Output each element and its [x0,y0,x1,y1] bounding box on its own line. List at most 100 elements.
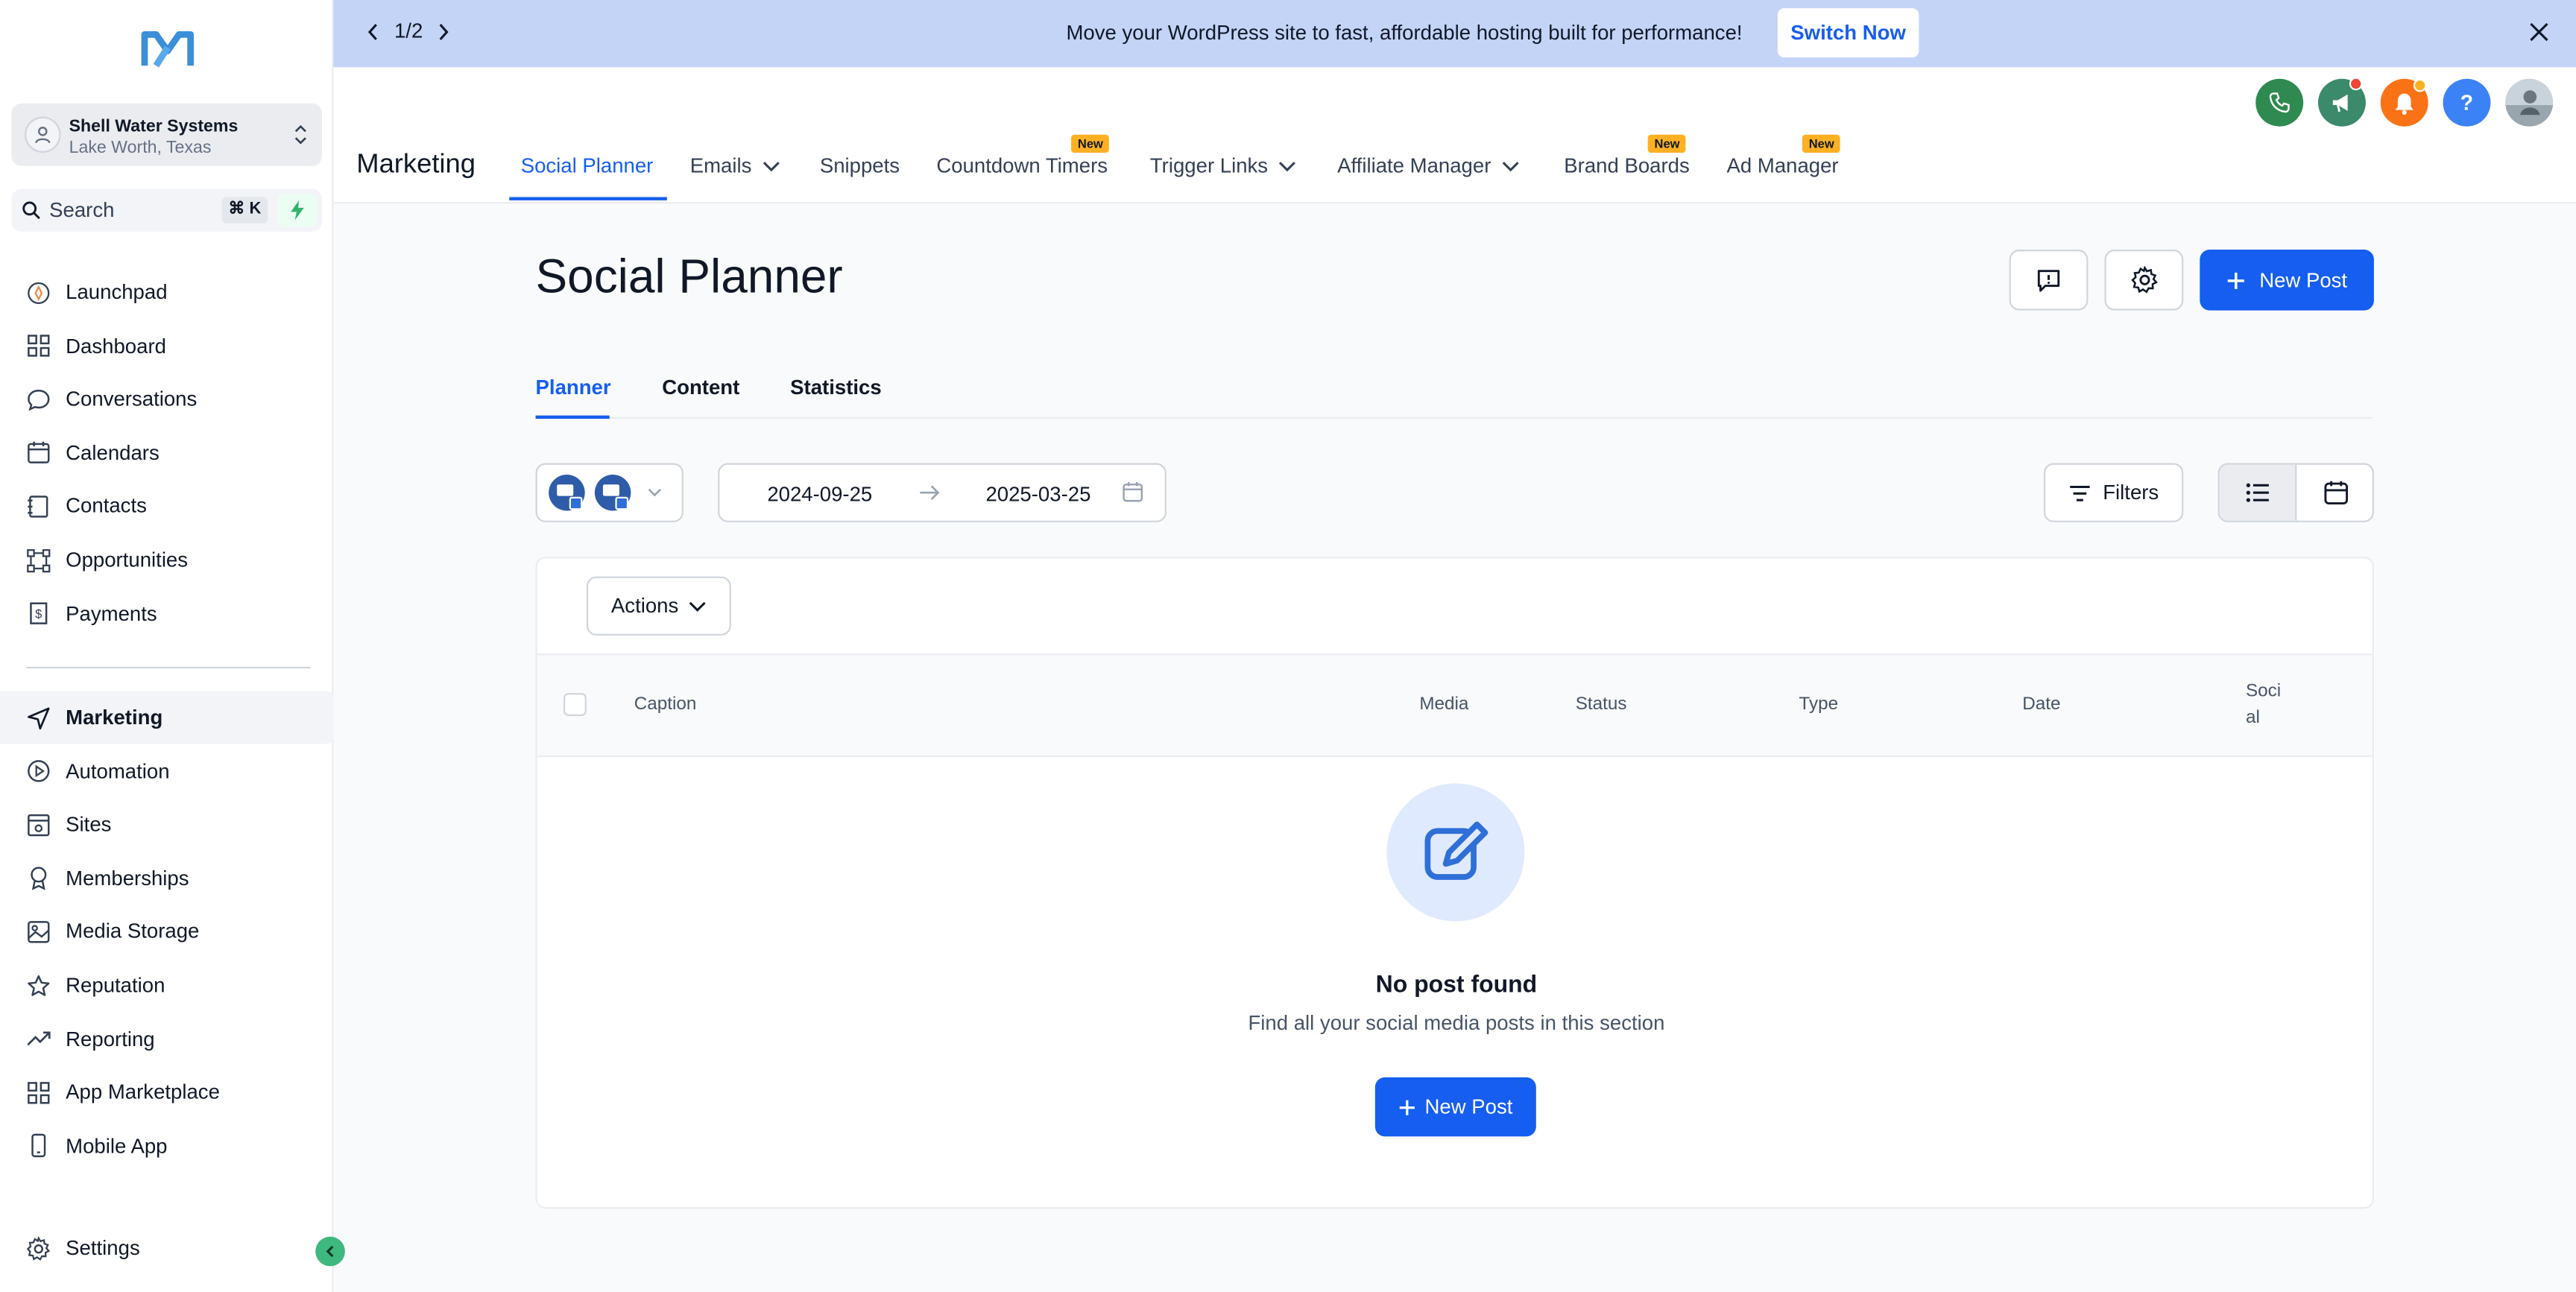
list-view-button[interactable] [2219,464,2297,521]
search-box[interactable]: Search ⌘ K [11,189,323,232]
collapse-sidebar-button[interactable] [315,1236,345,1267]
sidebar-item-label: App Marketplace [66,1080,220,1104]
subtab-divider [535,417,2373,419]
gear-icon [2130,266,2157,294]
list-icon [2245,483,2268,502]
sidebar-item-payments[interactable]: $ Payments [0,587,333,640]
plus-icon [1400,1099,1415,1115]
sidebar-item-reputation[interactable]: Reputation [0,959,333,1012]
account-switcher[interactable]: Shell Water Systems Lake Worth, Texas [11,103,323,166]
social-account-selector[interactable] [535,463,684,522]
sidebar-item-media-storage[interactable]: Media Storage [0,905,333,958]
tab-label: Countdown Timers [936,154,1108,178]
filters-button[interactable]: Filters [2043,463,2184,522]
help-icon: ? [2460,90,2474,115]
subtab-statistics[interactable]: Statistics [790,376,882,399]
tab-trigger-links[interactable]: Trigger Links [1150,154,1296,177]
tab-snippets[interactable]: Snippets [820,154,900,177]
empty-state-title: No post found [1375,972,1538,999]
sidebar-item-reporting[interactable]: Reporting [0,1013,333,1065]
chevron-updown-icon [294,124,306,145]
column-header-date[interactable]: Date [2022,694,2060,714]
sidebar-item-memberships[interactable]: Memberships [0,852,333,905]
phone-button[interactable] [2255,78,2304,127]
date-range-picker[interactable]: 2024-09-25 2025-03-25 [718,463,1167,522]
sidebar-item-calendars[interactable]: Calendars [0,427,333,480]
user-avatar[interactable] [2505,78,2554,127]
sidebar-item-sites[interactable]: Sites [0,799,333,852]
logo-icon[interactable] [141,30,195,69]
sidebar-item-automation[interactable]: Automation [0,745,333,798]
chat-icon [25,385,52,413]
sidebar-item-label: Launchpad [66,280,168,304]
announcements-button[interactable] [2317,77,2366,127]
tab-emails[interactable]: Emails [690,154,780,177]
play-icon [25,757,52,785]
tab-label: Social Planner [520,154,654,178]
tab-countdown-timers[interactable]: Countdown Timers [936,154,1108,177]
column-header-type[interactable]: Type [1799,694,1838,714]
sidebar-item-marketing[interactable]: Marketing [0,691,334,744]
actions-dropdown[interactable]: Actions [586,576,731,636]
chevron-down-icon [1278,161,1295,171]
empty-state-illustration [1386,783,1525,922]
tab-label: Affiliate Manager [1337,154,1491,178]
subtab-content[interactable]: Content [662,376,739,399]
tab-label: Emails [689,154,752,178]
tab-affiliate-manager[interactable]: Affiliate Manager [1337,154,1519,177]
tab-label: Brand Boards [1564,154,1690,178]
send-icon [25,703,52,731]
top-header: Marketing Social Planner Emails Snippets Co… [333,67,2576,204]
chevron-down-icon [689,601,706,611]
edit-icon [1424,821,1489,880]
image-icon [25,918,52,946]
empty-state-new-post-button[interactable]: New Post [1374,1077,1536,1137]
help-button[interactable]: ? [2443,78,2491,127]
tab-brand-boards[interactable]: Brand Boards [1564,154,1689,177]
sidebar-item-conversations[interactable]: Conversations [0,373,333,426]
posts-table-card: Actions Caption Media Status Type Date S… [535,557,2374,1209]
notifications-button[interactable] [2380,78,2428,127]
subtab-planner[interactable]: Planner [536,376,611,399]
view-toggle [2217,463,2374,522]
sidebar-item-label: Calendars [66,441,160,465]
search-icon [22,201,40,220]
calendar-view-button[interactable] [2296,465,2372,521]
chevron-left-icon[interactable] [367,22,380,40]
date-to[interactable]: 2025-03-25 [985,483,1090,506]
tab-social-planner[interactable]: Social Planner [521,154,654,177]
date-from[interactable]: 2024-09-25 [767,483,872,506]
account-avatar-icon [25,116,61,153]
sidebar-item-label: Reporting [66,1027,155,1051]
sidebar-item-opportunities[interactable]: Opportunities [0,533,333,586]
feedback-button[interactable] [2009,250,2089,311]
chevron-right-icon[interactable] [438,22,451,40]
column-header-social[interactable]: Social [2246,678,2288,731]
sidebar-item-settings[interactable]: Settings [0,1222,333,1275]
social-account-avatar-icon [549,474,585,511]
sidebar-item-label: Memberships [66,867,189,890]
column-header-media[interactable]: Media [1419,694,1468,714]
sidebar-item-launchpad[interactable]: Launchpad [0,266,333,319]
active-subtab-indicator [535,415,610,419]
sidebar-item-label: Mobile App [66,1134,168,1158]
tab-label: Trigger Links [1149,154,1269,178]
close-icon[interactable] [2528,22,2550,43]
active-tab-indicator [509,197,667,200]
sidebar-item-dashboard[interactable]: Dashboard [0,320,333,373]
sidebar-item-mobile-app[interactable]: Mobile App [0,1120,333,1173]
settings-button[interactable] [2104,250,2184,311]
sidebar-item-label: Payments [66,602,157,625]
new-post-button[interactable]: New Post [2200,250,2374,311]
badge-icon [25,864,52,892]
sidebar-item-label: Conversations [66,387,198,411]
switch-now-button[interactable]: Switch Now [1777,8,1919,58]
column-header-caption[interactable]: Caption [634,694,697,714]
sidebar-item-label: Automation [66,759,170,783]
tab-ad-manager[interactable]: Ad Manager [1727,154,1839,177]
sidebar-item-app-marketplace[interactable]: App Marketplace [0,1066,333,1119]
select-all-checkbox[interactable] [564,693,587,716]
quick-action-button[interactable] [277,194,318,227]
column-header-status[interactable]: Status [1576,694,1627,714]
sidebar-item-contacts[interactable]: Contacts [0,480,333,533]
